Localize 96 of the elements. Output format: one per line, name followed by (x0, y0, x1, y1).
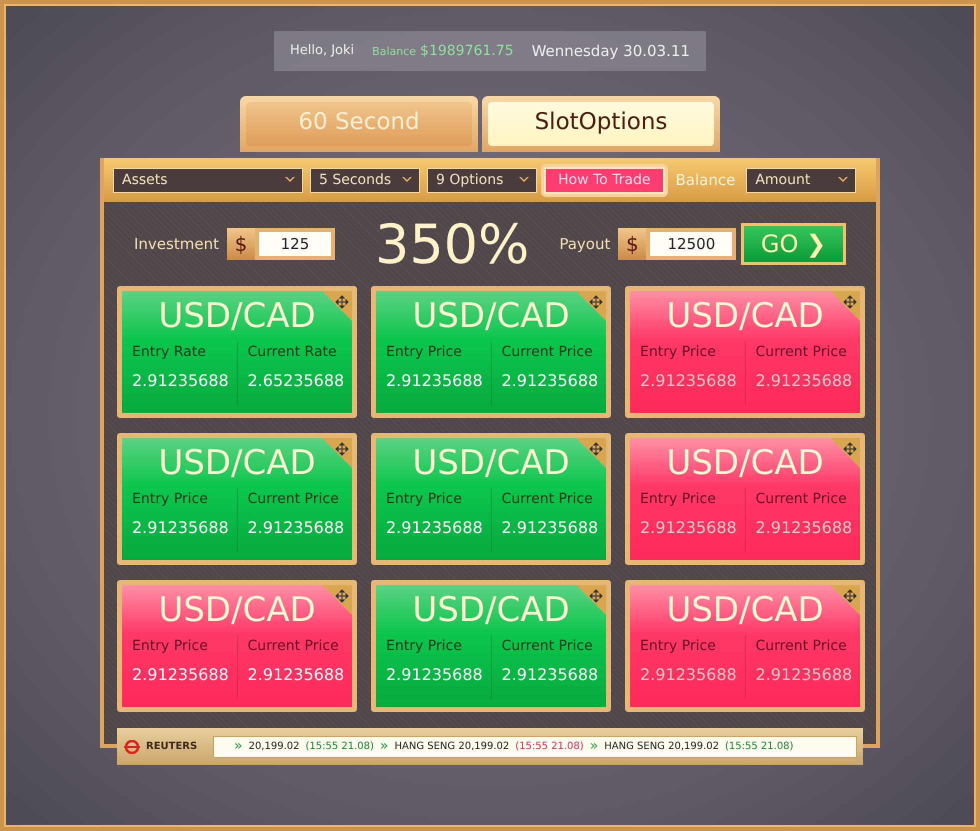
price-label: Entry Price (640, 637, 717, 656)
price-value: 2.91235688 (386, 517, 484, 539)
option-tile[interactable]: USD/CAD Entry Price 2.91235688 Current Price 2.91235688 (625, 286, 865, 418)
option-tile[interactable]: USD/CAD Entry Rate 2.91235688 Current Rate 2.65235688 (117, 286, 357, 418)
caret-icon (518, 176, 530, 184)
price-value: 2.91235688 (640, 664, 738, 686)
price-label: Current Price (248, 490, 340, 509)
dropdown[interactable]: Assets (113, 168, 303, 192)
price-label: Current Price (756, 637, 848, 656)
greeting-text: Hello, Joki (290, 42, 354, 60)
caret-icon (401, 176, 413, 184)
option-tile[interactable]: USD/CAD Entry Price 2.91235688 Current Price 2.91235688 (371, 580, 611, 712)
ticker-time: (15:55 21.08) (725, 740, 794, 754)
caret-icon (284, 176, 296, 184)
currency-sign: $ (226, 228, 255, 260)
logo-icon (123, 740, 141, 754)
price-label: Entry Price (132, 637, 209, 656)
pair-title: USD/CAD (158, 589, 316, 631)
pair-title: USD/CAD (666, 295, 824, 337)
pair-title: USD/CAD (666, 442, 824, 484)
ticker-text: 20,199.02 (248, 740, 300, 754)
price-label: Entry Price (386, 343, 463, 362)
pair-title: USD/CAD (666, 589, 824, 631)
price-value: 2.65235688 (248, 370, 346, 392)
price-value: 2.91235688 (386, 370, 484, 392)
price-label: Entry Rate (132, 343, 207, 362)
price-value: 2.91235688 (756, 370, 854, 392)
move-icon[interactable] (576, 291, 606, 321)
move-icon[interactable] (322, 438, 352, 468)
pair-title: USD/CAD (412, 589, 570, 631)
price-value: 2.91235688 (386, 664, 484, 686)
price-label: Current Price (502, 637, 594, 656)
price-label: Current Rate (248, 343, 338, 362)
dropdown[interactable]: Amount (746, 168, 856, 192)
price-value: 2.91235688 (640, 517, 738, 539)
tab[interactable]: SlotOptions (482, 96, 720, 152)
move-icon[interactable] (830, 585, 860, 615)
price-label: Entry Price (386, 490, 463, 509)
price-label: Current Price (502, 343, 594, 362)
chevron-icon: » (590, 736, 598, 757)
price-value: 2.91235688 (756, 664, 854, 686)
price-value: 2.91235688 (502, 517, 600, 539)
pair-title: USD/CAD (158, 442, 316, 484)
source-label: REUTERS (146, 740, 198, 754)
price-value: 2.91235688 (132, 370, 230, 392)
dropdown[interactable]: 9 Options (427, 168, 537, 192)
ticker-text: HANG SENG 20,199.02 (604, 740, 720, 754)
price-value: 2.91235688 (756, 517, 854, 539)
move-icon[interactable] (322, 291, 352, 321)
price-value: 2.91235688 (640, 370, 738, 392)
ticker-time: (15:55 21.08) (515, 740, 584, 754)
price-label: Entry Price (640, 490, 717, 509)
balance-label: Balance (372, 44, 416, 60)
investment-label: Investment (134, 234, 219, 255)
price-label: Entry Price (640, 343, 717, 362)
pair-title: USD/CAD (158, 295, 316, 337)
go-button[interactable]: GO ❯ (741, 223, 846, 265)
ticker-time: (15:55 21.08) (305, 740, 374, 754)
option-tile[interactable]: USD/CAD Entry Price 2.91235688 Current Price 2.91235688 (625, 433, 865, 565)
price-label: Entry Price (386, 637, 463, 656)
option-tile[interactable]: USD/CAD Entry Price 2.91235688 Current Price 2.91235688 (371, 286, 611, 418)
move-icon[interactable] (830, 291, 860, 321)
chevron-icon: » (234, 736, 243, 757)
option-tile[interactable]: USD/CAD Entry Price 2.91235688 Current Price 2.91235688 (371, 433, 611, 565)
option-tile[interactable]: USD/CAD Entry Price 2.91235688 Current Price 2.91235688 (117, 580, 357, 712)
caret-icon (837, 176, 850, 184)
price-label: Current Price (502, 490, 594, 509)
investment-field[interactable]: 125 (254, 228, 335, 260)
price-label: Current Price (756, 343, 848, 362)
move-icon[interactable] (576, 585, 606, 615)
currency-sign: $ (618, 228, 646, 260)
payout-field[interactable]: 12500 (646, 228, 736, 260)
move-icon[interactable] (322, 585, 352, 615)
price-value: 2.91235688 (502, 370, 600, 392)
balance-label: Balance (674, 170, 736, 191)
dropdown[interactable]: 5 Seconds (310, 168, 420, 192)
price-label: Current Price (248, 637, 340, 656)
payout-label: Payout (559, 234, 610, 255)
payout-percent: 350% (374, 212, 530, 278)
option-tile[interactable]: USD/CAD Entry Price 2.91235688 Current Price 2.91235688 (117, 433, 357, 565)
balance-value: $1989761.75 (420, 42, 514, 60)
date-text: Wennesday 30.03.11 (532, 40, 690, 62)
price-value: 2.91235688 (248, 517, 346, 539)
price-value: 2.91235688 (132, 517, 230, 539)
ticker-text: HANG SENG 20,199.02 (394, 740, 510, 754)
pair-title: USD/CAD (412, 295, 570, 337)
price-value: 2.91235688 (248, 664, 346, 686)
option-tile[interactable]: USD/CAD Entry Price 2.91235688 Current Price 2.91235688 (625, 580, 865, 712)
price-value: 2.91235688 (502, 664, 600, 686)
move-icon[interactable] (830, 438, 860, 468)
chevron-icon: » (380, 736, 388, 757)
price-value: 2.91235688 (132, 664, 230, 686)
price-label: Entry Price (132, 490, 209, 509)
pair-title: USD/CAD (412, 442, 570, 484)
move-icon[interactable] (576, 438, 606, 468)
price-label: Current Price (756, 490, 848, 509)
